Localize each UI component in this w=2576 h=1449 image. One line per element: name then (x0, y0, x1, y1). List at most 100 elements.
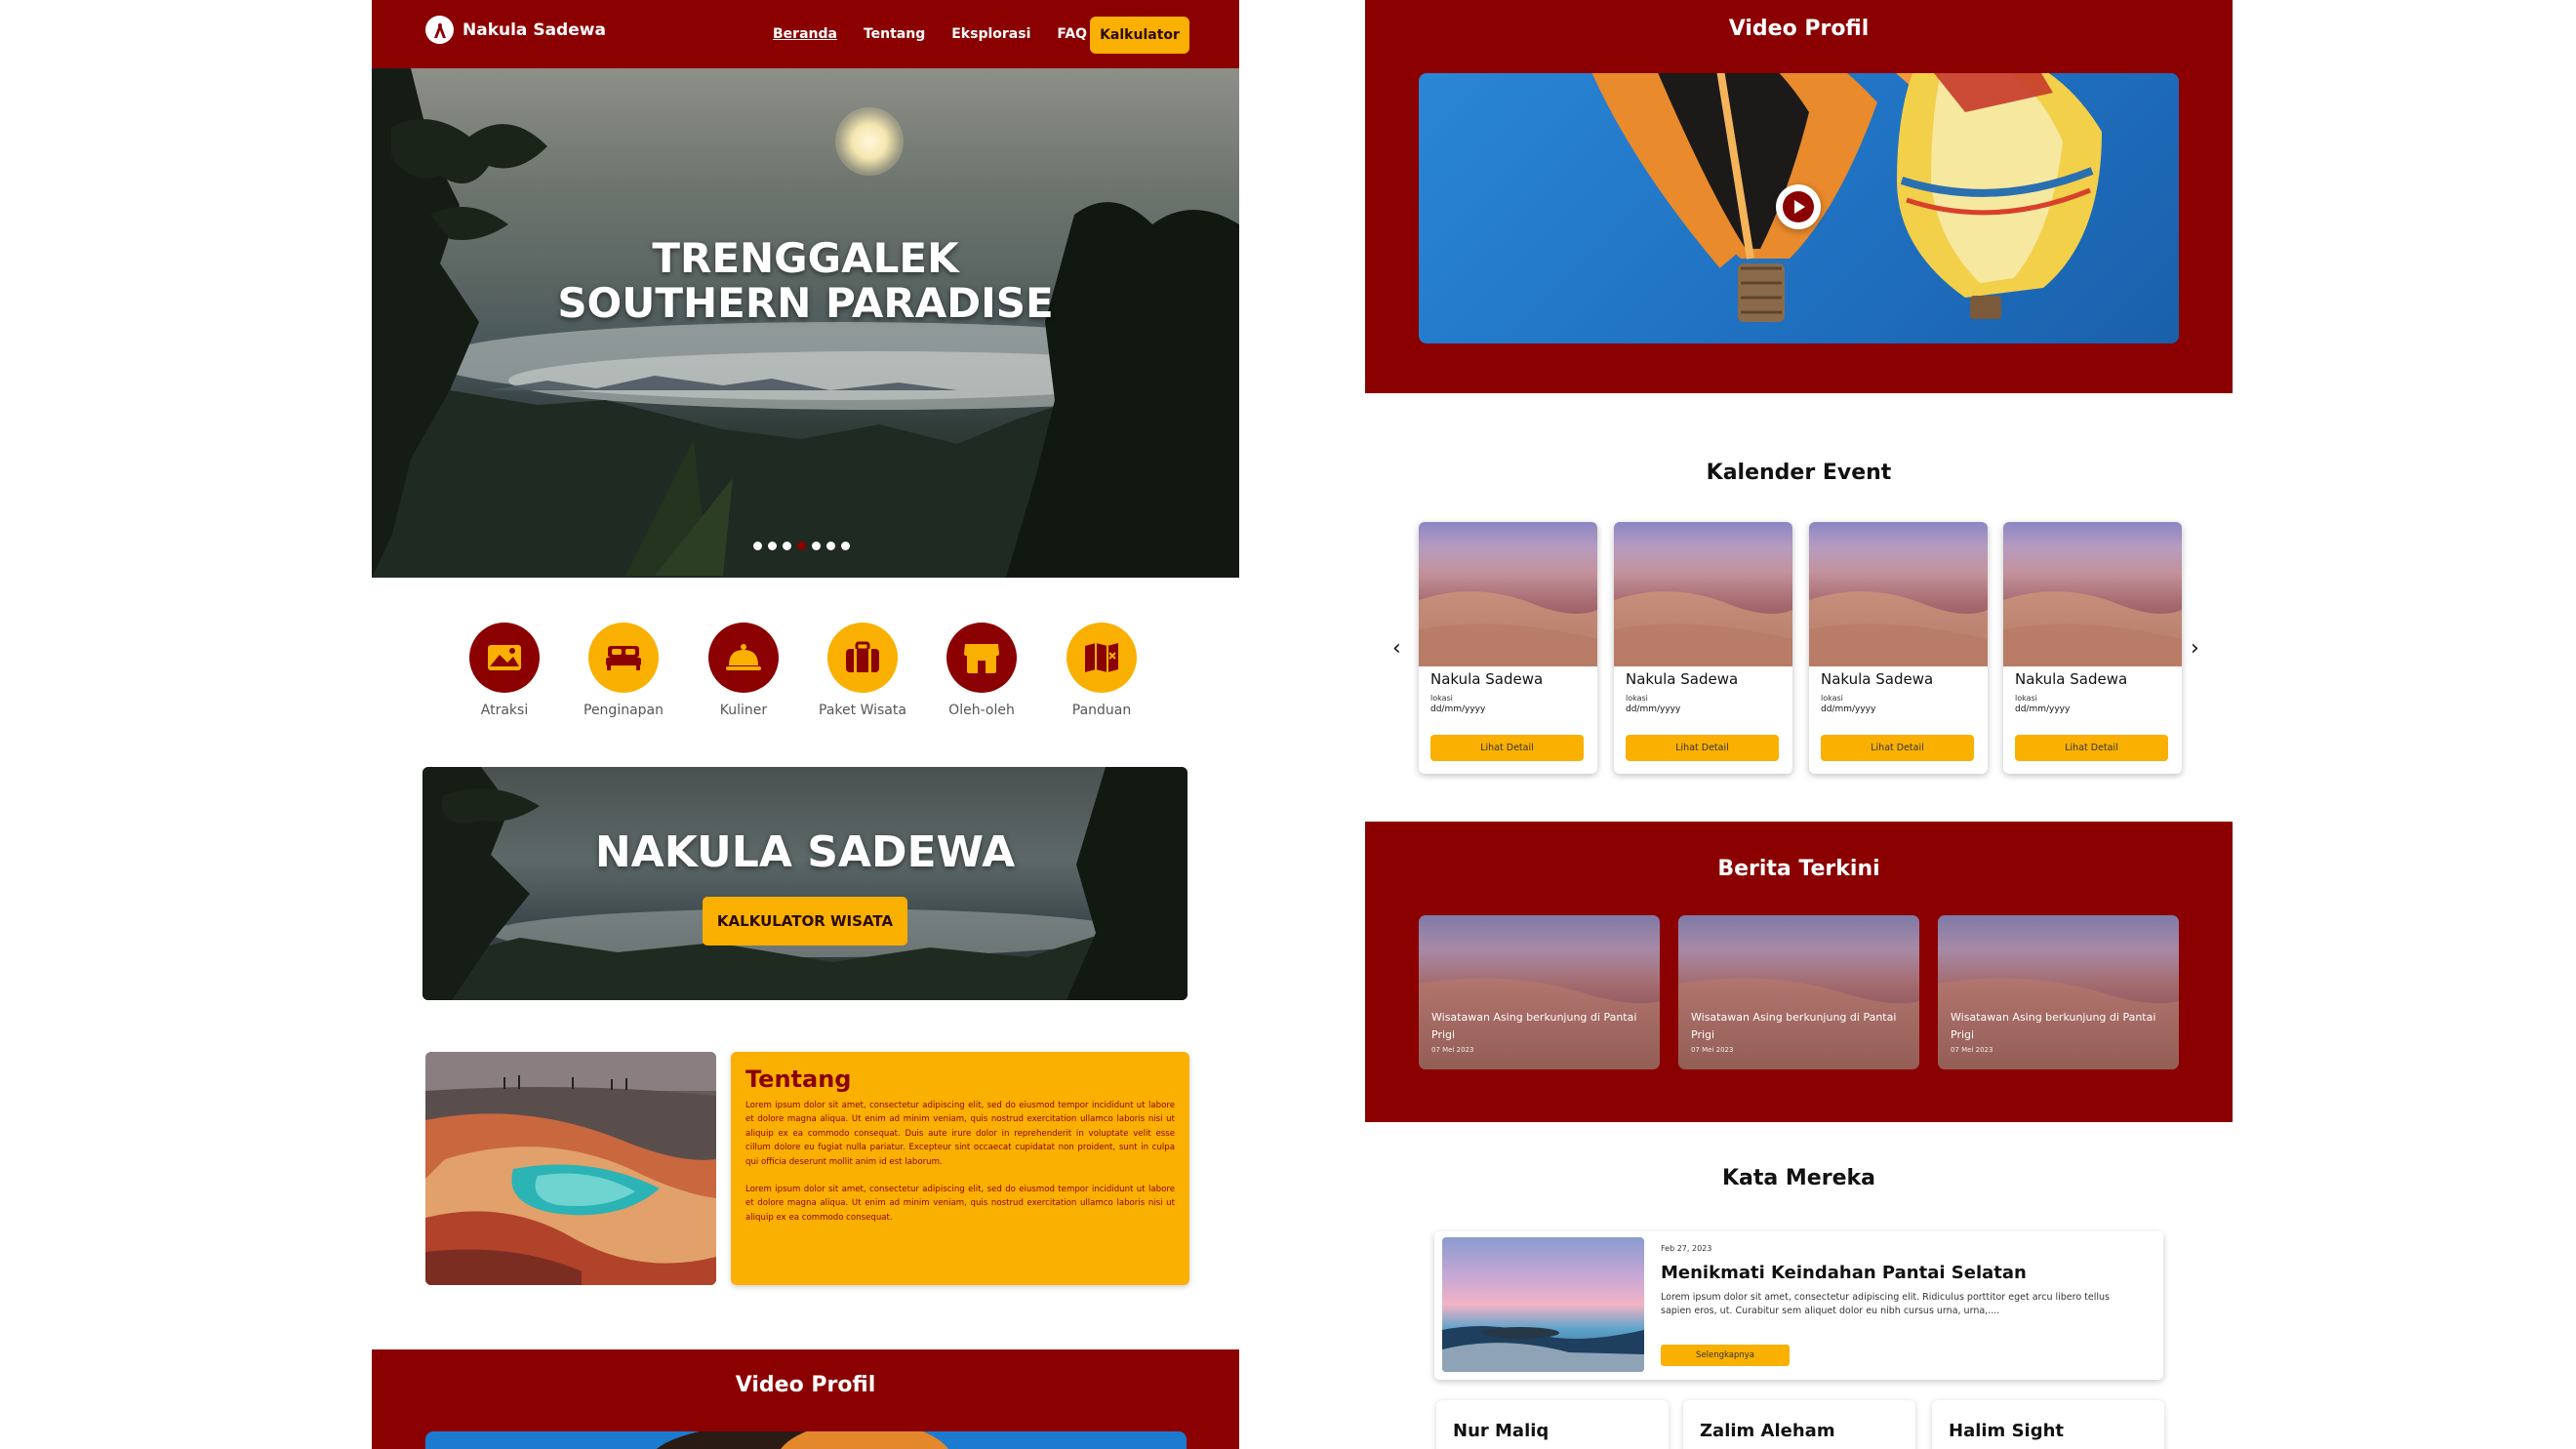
event-image (1419, 522, 1597, 666)
carousel-dot[interactable] (812, 542, 821, 550)
navbar: Nakula Sadewa Beranda Tentang Eksplorasi… (372, 0, 1239, 68)
event-location: lokasi (2015, 694, 2037, 703)
video-profile-title: Video Profil (1728, 17, 1870, 41)
reviewer-name: Zalim Aleham (1700, 1421, 1835, 1441)
category-label: Penginapan (584, 703, 664, 718)
event-name: Nakula Sadewa (1626, 670, 1739, 688)
hero-carousel: TRENGGALEK SOUTHERN PARADISE (372, 68, 1239, 578)
shop-icon (946, 623, 1017, 693)
carousel-dot[interactable] (753, 542, 762, 550)
category-kuliner[interactable]: Kuliner (684, 623, 803, 718)
hero-title-line1: TRENGGALEK (652, 234, 959, 282)
event-image (1809, 522, 1988, 666)
kalkulator-button[interactable]: Kalkulator (1090, 17, 1189, 54)
event-detail-button[interactable]: Lihat Detail (1626, 735, 1779, 761)
about-paragraph: Lorem ipsum dolor sit amet, consectetur … (745, 1101, 1175, 1167)
hot-spring-illustration (425, 1052, 716, 1285)
testimonials-title: Kata Mereka (1722, 1166, 1875, 1190)
category-menu: Atraksi Penginapan Kuliner Paket Wisata … (372, 623, 1239, 730)
event-card[interactable]: Nakula Sadewa lokasi dd/mm/yyyy Lihat De… (1419, 522, 1597, 774)
testimonial-title: Menikmati Keindahan Pantai Selatan (1661, 1263, 2027, 1283)
event-date: dd/mm/yyyy (1626, 704, 1681, 714)
reviewer-name: Nur Maliq (1453, 1421, 1550, 1441)
banner-landscape (423, 767, 1187, 1000)
event-name: Nakula Sadewa (1821, 670, 1934, 688)
map-landscape-icon (469, 623, 540, 693)
reviewer-card[interactable]: Zalim Aleham (1683, 1400, 1915, 1449)
news-date: 07 Mei 2023 (1691, 1046, 1734, 1054)
brand-name: Nakula Sadewa (463, 20, 606, 40)
brand-logo-icon (425, 16, 454, 44)
category-label: Paket Wisata (819, 703, 906, 718)
nav-link-eksplorasi[interactable]: Eksplorasi (951, 26, 1030, 42)
news-card[interactable]: Wisatawan Asing berkunjung di Pantai Pri… (1938, 915, 2179, 1069)
news-section: Berita Terkini Wisatawan Asing berkunjun… (1365, 822, 2233, 1122)
event-carousel: Nakula Sadewa lokasi dd/mm/yyyy Lihat De… (1419, 522, 2182, 776)
event-location: lokasi (1626, 694, 1648, 703)
news-headline: Wisatawan Asing berkunjung di Pantai Pri… (1951, 1011, 2156, 1041)
video-thumbnail[interactable] (425, 1431, 1187, 1449)
category-penginapan[interactable]: Penginapan (564, 623, 683, 718)
news-date: 07 Mei 2023 (1951, 1046, 1993, 1054)
event-location: lokasi (1821, 694, 1843, 703)
news-card[interactable]: Wisatawan Asing berkunjung di Pantai Pri… (1419, 915, 1660, 1069)
chevron-right-icon[interactable]: › (2191, 636, 2199, 661)
carousel-dot[interactable] (841, 542, 850, 550)
reviewer-name: Halim Sight (1949, 1421, 2065, 1441)
event-detail-button[interactable]: Lihat Detail (1821, 735, 1974, 761)
news-headline: Wisatawan Asing berkunjung di Pantai Pri… (1691, 1011, 1897, 1041)
category-oleh-oleh[interactable]: Oleh-oleh (922, 623, 1041, 718)
carousel-dot[interactable] (826, 542, 835, 550)
event-card[interactable]: Nakula Sadewa lokasi dd/mm/yyyy Lihat De… (2003, 522, 2182, 774)
play-icon[interactable] (1776, 184, 1821, 229)
testimonial-body: Lorem ipsum dolor sit amet, consectetur … (1661, 1292, 2110, 1316)
event-card[interactable]: Nakula Sadewa lokasi dd/mm/yyyy Lihat De… (1809, 522, 1988, 774)
category-paket-wisata[interactable]: Paket Wisata (803, 623, 922, 718)
nav-link-faq[interactable]: FAQ (1057, 26, 1087, 42)
featured-testimonial: Feb 27, 2023 Menikmati Keindahan Pantai … (1434, 1231, 2163, 1380)
category-label: Panduan (1071, 703, 1132, 718)
video-profile-section: Video Profil (372, 1349, 1239, 1449)
reviewer-card[interactable]: Nur Maliq (1436, 1400, 1669, 1449)
carousel-dot[interactable] (783, 542, 791, 550)
event-detail-button[interactable]: Lihat Detail (1430, 735, 1584, 761)
about-paragraph: Lorem ipsum dolor sit amet, consectetur … (745, 1185, 1175, 1223)
hero-title-line2: SOUTHERN PARADISE (557, 279, 1054, 327)
news-card[interactable]: Wisatawan Asing berkunjung di Pantai Pri… (1678, 915, 1919, 1069)
video-thumbnail[interactable] (1419, 73, 2179, 343)
bed-icon (588, 623, 659, 693)
event-card[interactable]: Nakula Sadewa lokasi dd/mm/yyyy Lihat De… (1614, 522, 1792, 774)
news-date: 07 Mei 2023 (1431, 1046, 1474, 1054)
news-headline: Wisatawan Asing berkunjung di Pantai Pri… (1431, 1011, 1637, 1041)
carousel-dots (753, 542, 850, 550)
event-date: dd/mm/yyyy (1821, 704, 1876, 714)
event-date: dd/mm/yyyy (2015, 704, 2071, 714)
carousel-dot-active[interactable] (797, 542, 806, 550)
event-name: Nakula Sadewa (2015, 670, 2128, 688)
calculator-banner: NAKULA SADEWA KALKULATOR WISATA (423, 767, 1187, 1000)
banner-title: NAKULA SADEWA (594, 827, 1016, 877)
about-title: Tentang (745, 1066, 852, 1093)
video-profile-title: Video Profil (735, 1373, 876, 1397)
event-detail-button[interactable]: Lihat Detail (2015, 735, 2168, 761)
suitcase-icon (827, 623, 898, 693)
reviewer-card[interactable]: Halim Sight (1932, 1400, 2164, 1449)
kalkulator-wisata-button[interactable]: KALKULATOR WISATA (703, 897, 907, 946)
category-panduan[interactable]: Panduan (1042, 623, 1161, 718)
news-title: Berita Terkini (1717, 857, 1880, 881)
nav-link-beranda[interactable]: Beranda (773, 26, 837, 42)
about-card: Tentang Lorem ipsum dolor sit amet, cons… (731, 1052, 1189, 1285)
hero-title: TRENGGALEK SOUTHERN PARADISE (372, 236, 1239, 326)
testimonial-image (1442, 1237, 1644, 1372)
brand[interactable]: Nakula Sadewa (425, 16, 606, 44)
nav-link-tentang[interactable]: Tentang (864, 26, 925, 42)
carousel-dot[interactable] (768, 542, 777, 550)
testimonial-date: Feb 27, 2023 (1661, 1244, 1712, 1253)
chevron-left-icon[interactable]: ‹ (1392, 636, 1401, 661)
event-location: lokasi (1430, 694, 1453, 703)
read-more-button[interactable]: Selengkapnya (1661, 1345, 1790, 1366)
category-label: Kuliner (719, 703, 768, 718)
category-atraksi[interactable]: Atraksi (445, 623, 564, 718)
category-label: Oleh-oleh (948, 703, 1015, 718)
event-image (2003, 522, 2182, 666)
